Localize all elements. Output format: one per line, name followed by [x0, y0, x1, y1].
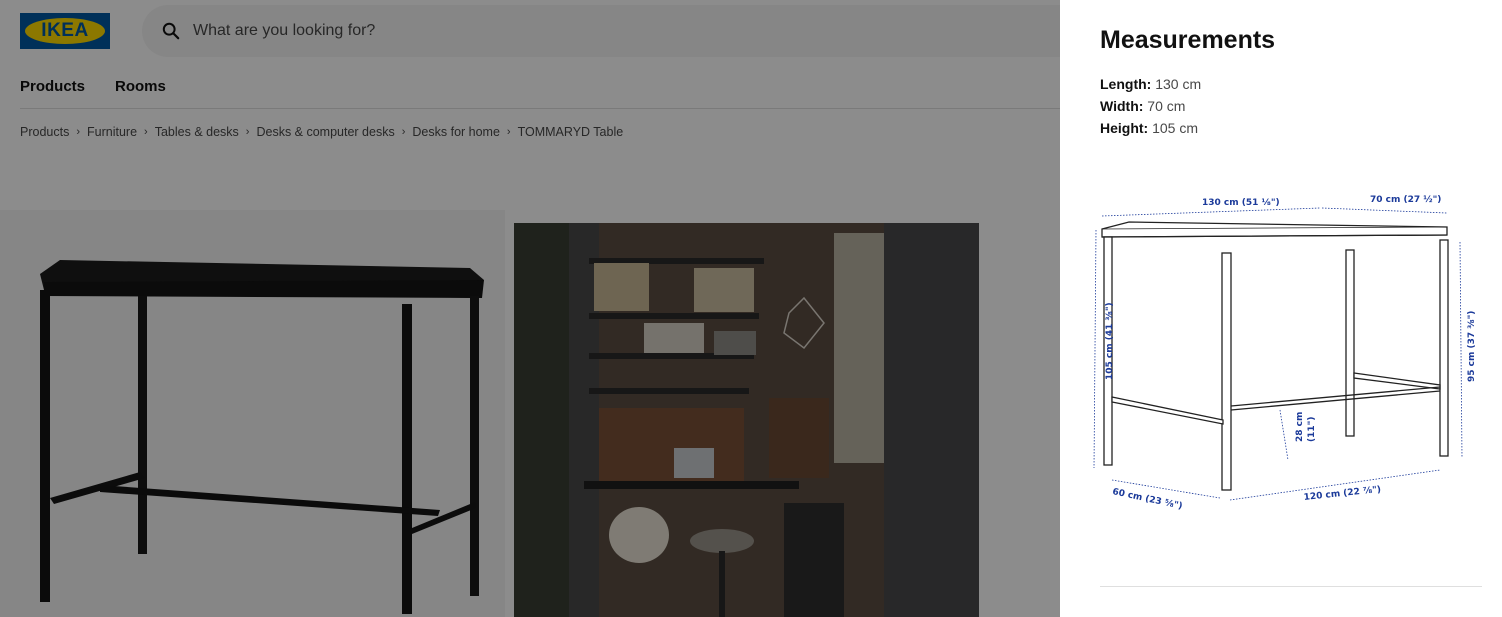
width-row: Width: 70 cm — [1100, 98, 1185, 114]
panel-divider — [1100, 586, 1482, 587]
length-value: 130 cm — [1151, 76, 1202, 92]
modal-backdrop[interactable] — [0, 0, 1060, 617]
dim-top-width: 70 cm (27 ½") — [1370, 194, 1441, 205]
panel-title: Measurements — [1100, 26, 1276, 54]
dim-base-depth: 60 cm (23 ⅝") — [1111, 487, 1183, 512]
dimension-diagram: 130 cm (51 ⅛") 70 cm (27 ½") 105 cm (41 … — [1093, 194, 1477, 512]
dim-top-length: 130 cm (51 ⅛") — [1202, 198, 1280, 208]
measurements-panel: Measurements Length: 130 cm Width: 70 cm… — [1060, 0, 1502, 617]
dim-height-total: 105 cm (41 ⅜") — [1105, 302, 1115, 380]
height-value: 105 cm — [1148, 120, 1199, 136]
width-label: Width: — [1100, 98, 1144, 114]
height-row: Height: 105 cm — [1100, 120, 1198, 136]
length-row: Length: 130 cm — [1100, 76, 1201, 92]
dim-rail-height-in: (11") — [1307, 417, 1317, 442]
height-label: Height: — [1100, 120, 1149, 136]
width-value: 70 cm — [1143, 98, 1186, 114]
dim-rail-height: 28 cm — [1295, 412, 1305, 442]
dim-height-footrest: 95 cm (37 ⅜") — [1467, 311, 1477, 382]
dim-base-length: 120 cm (22 ⅞") — [1303, 485, 1381, 503]
page: IKEA What are you looking for? Products … — [0, 0, 1502, 617]
length-label: Length: — [1100, 76, 1152, 92]
